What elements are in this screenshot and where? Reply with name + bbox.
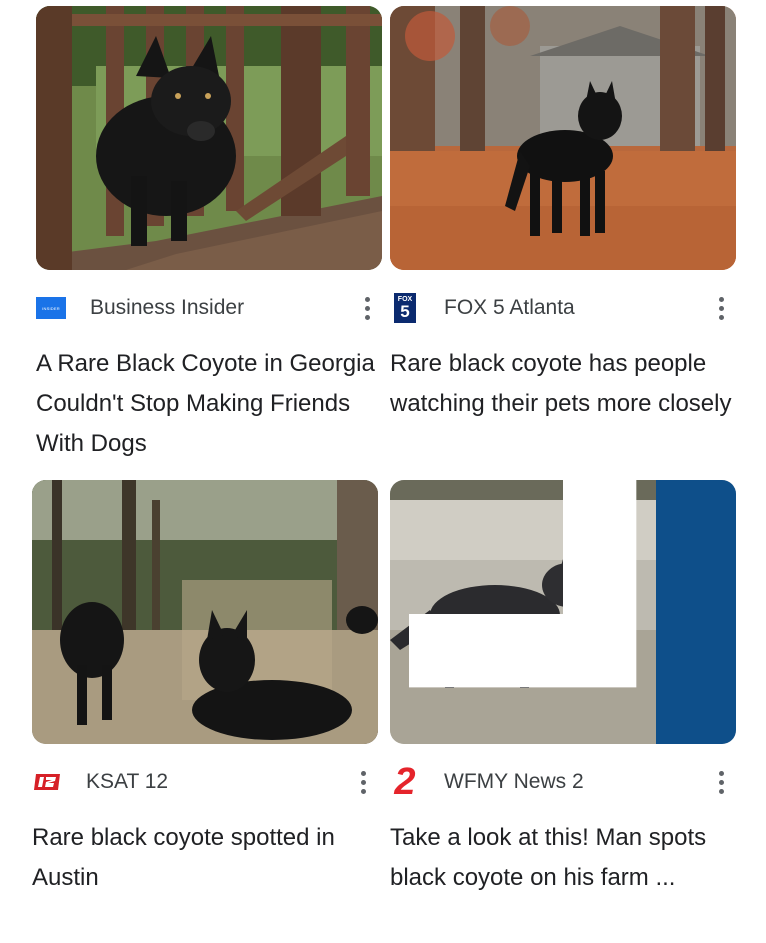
article-headline[interactable]: Rare black coyote spotted in Austin [32, 818, 388, 898]
article-headline[interactable]: Rare black coyote has people watching th… [390, 344, 746, 424]
business-insider-logo: INSIDER [36, 293, 66, 323]
news-card-wfmy-news2[interactable]: 2 WFMY News 2 Take a look at this! Man s… [390, 480, 736, 891]
more-vert-icon[interactable] [352, 288, 382, 328]
article-headline[interactable]: A Rare Black Coyote in Georgia Couldn't … [36, 344, 392, 464]
ksat-logo-icon [34, 774, 60, 790]
news-card-business-insider[interactable]: INSIDER Business Insider A Rare Black Co… [36, 6, 382, 457]
coyotes-woods-image [32, 480, 378, 744]
more-vert-icon[interactable] [706, 762, 736, 802]
more-vert-icon[interactable] [706, 288, 736, 328]
corner-bracket-icon [409, 480, 637, 688]
source-name[interactable]: FOX 5 Atlanta [444, 296, 706, 320]
wfmy-logo-number: 2 [394, 761, 416, 803]
article-thumbnail[interactable] [32, 480, 378, 744]
insider-logo-text: INSIDER [36, 297, 66, 319]
coyote-deck-image [36, 6, 382, 270]
more-vert-icon[interactable] [348, 762, 378, 802]
ksat12-logo [32, 767, 62, 797]
article-thumbnail[interactable] [36, 6, 382, 270]
source-name[interactable]: WFMY News 2 [444, 770, 706, 794]
article-headline[interactable]: Take a look at this! Man spots black coy… [390, 818, 746, 898]
fox-logo-number: 5 [400, 302, 410, 321]
fox5-logo: FOX 5 [390, 293, 420, 323]
source-name[interactable]: Business Insider [90, 296, 352, 320]
coyote-leaves-image [390, 6, 736, 270]
wfmy-logo: 2 [390, 763, 420, 801]
news-card-ksat12[interactable]: KSAT 12 Rare black coyote spotted in Aus… [32, 480, 378, 891]
article-thumbnail[interactable] [390, 480, 736, 744]
news-card-fox5-atlanta[interactable]: FOX 5 FOX 5 Atlanta Rare black coyote ha… [390, 6, 736, 417]
article-thumbnail[interactable] [390, 6, 736, 270]
source-name[interactable]: KSAT 12 [86, 770, 348, 794]
